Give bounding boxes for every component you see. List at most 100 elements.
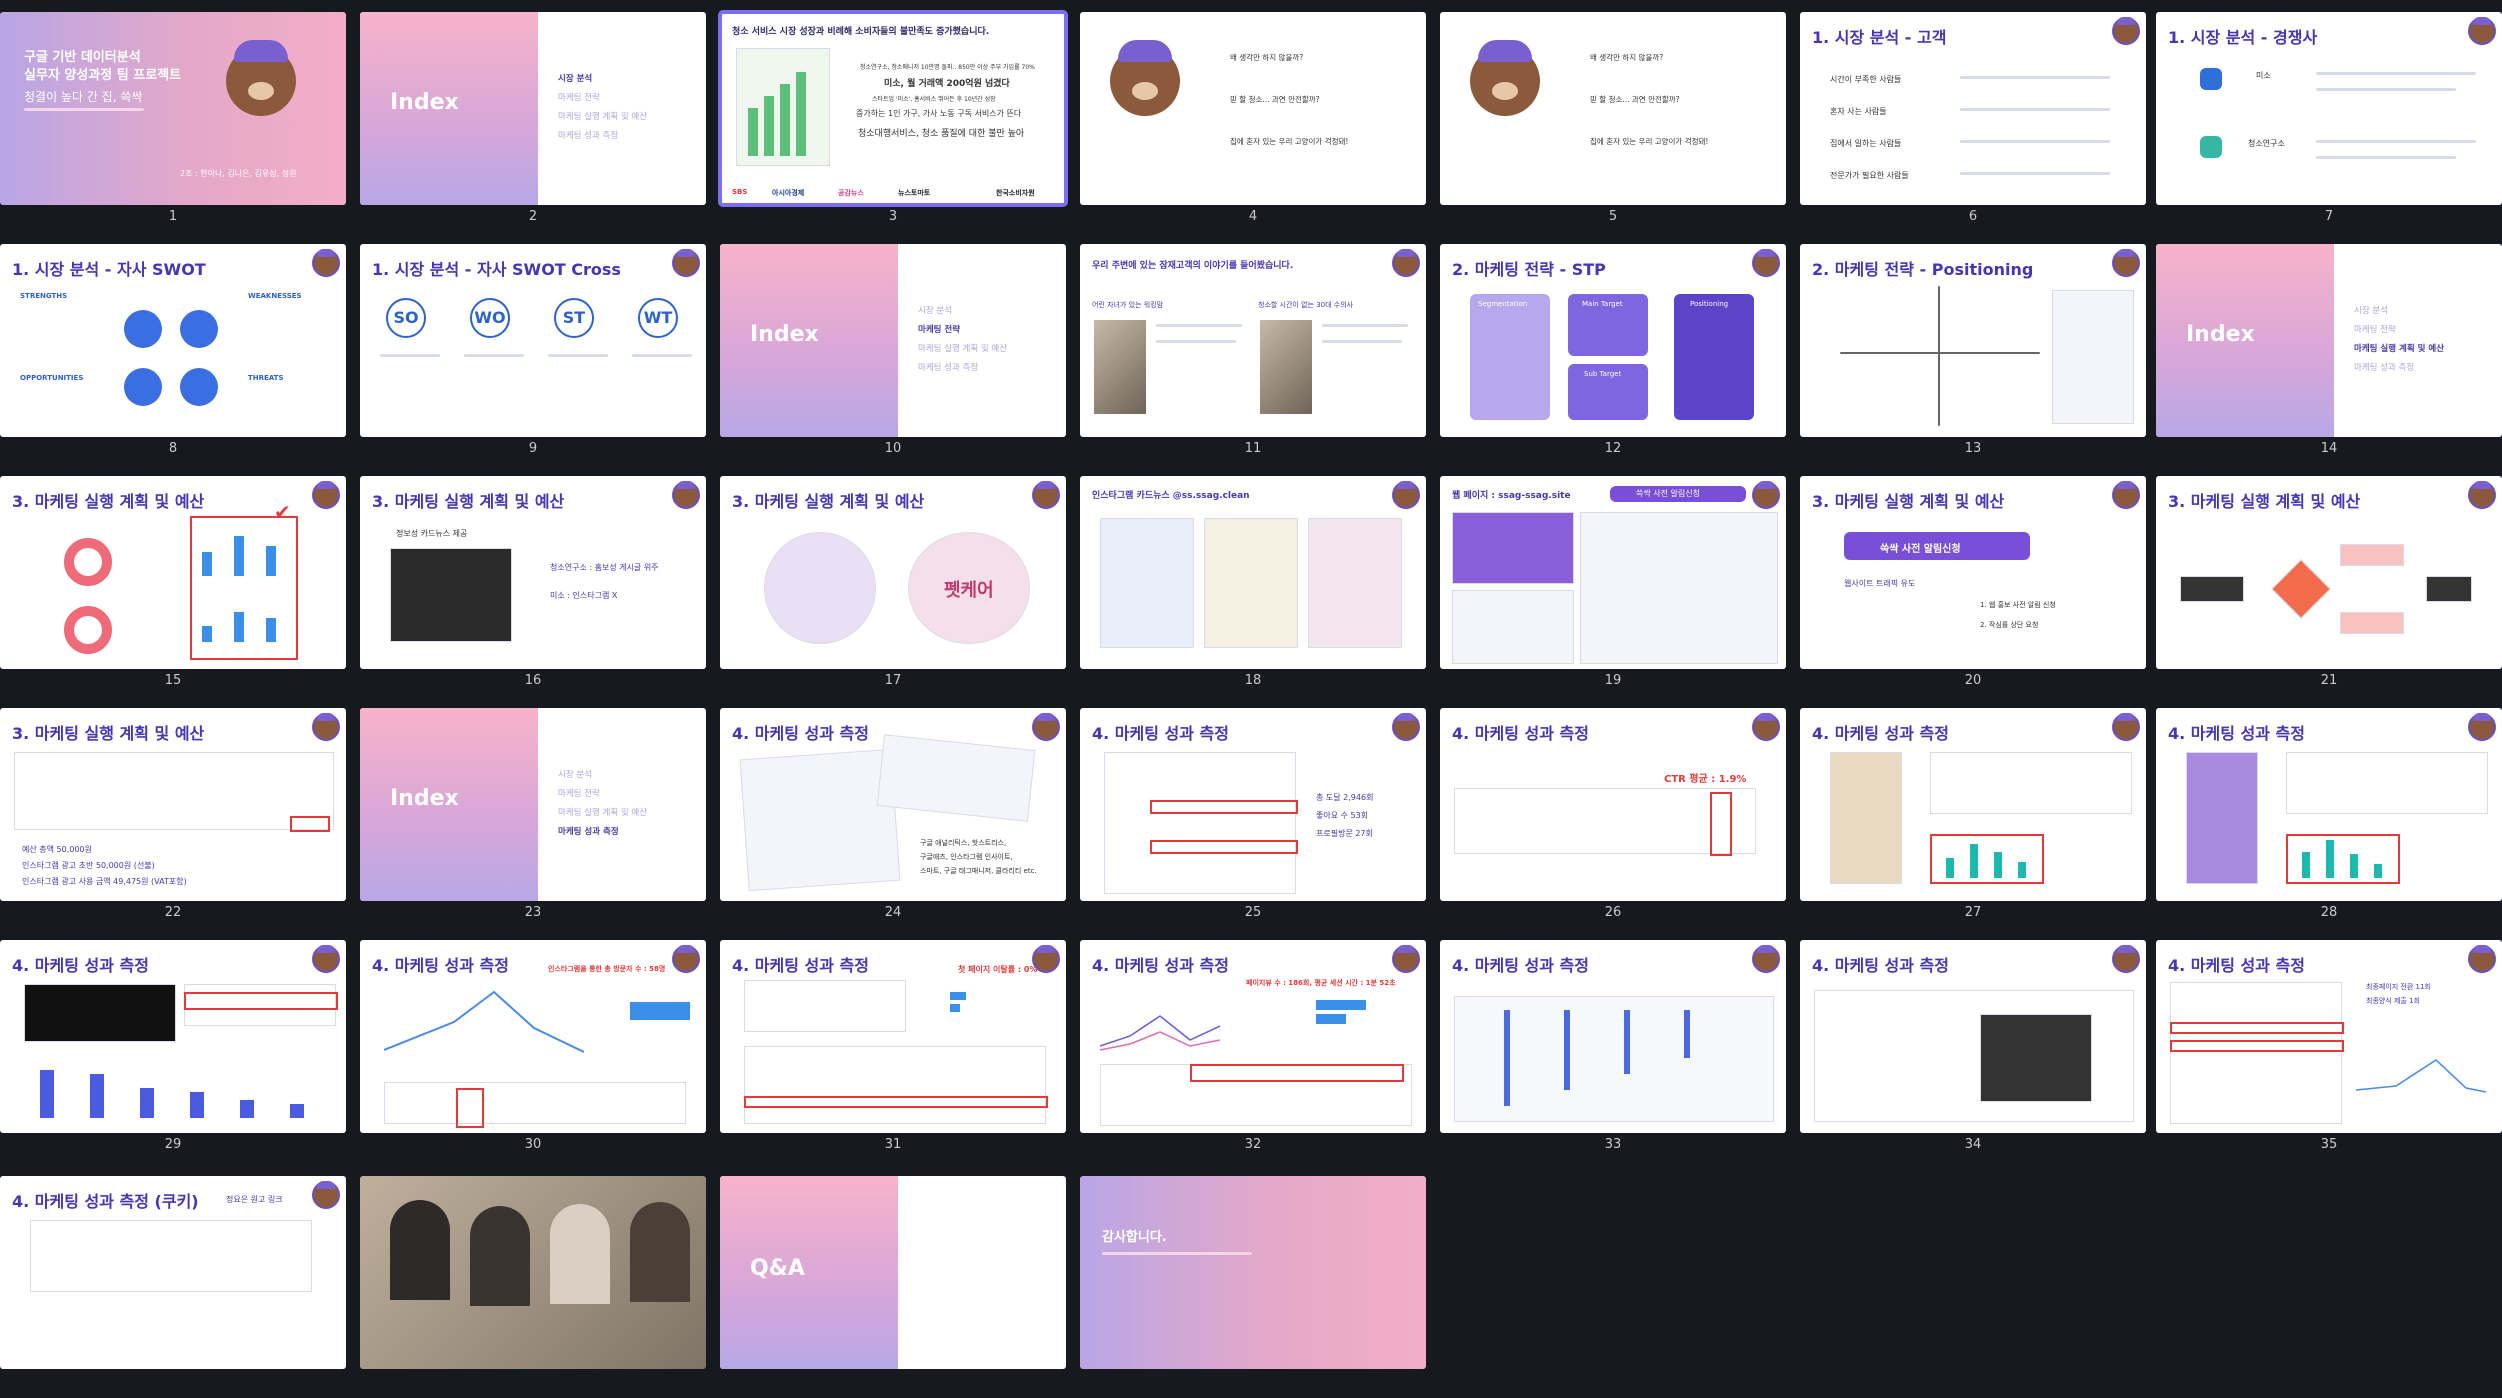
slide-thumb-5[interactable]: 왜 생각만 하지 않을까? 믿 할 청소... 과연 안전할까? 집에 혼자 있… [1440, 12, 1786, 234]
slide-thumb-13[interactable]: 2. 마케팅 전략 - Positioning 13 [1800, 244, 2146, 466]
slide-thumb-25[interactable]: 4. 마케팅 성과 측정 총 도달 2,946회 좋아요 수 53회 프로필방문… [1080, 708, 1426, 930]
events-table [2170, 982, 2342, 1124]
slide-thumb-34[interactable]: 4. 마케팅 성과 측정 34 [1800, 940, 2146, 1162]
slide-number: 34 [1964, 1137, 1982, 1152]
slide-thumb-3[interactable]: 청소 서비스 시장 성장과 비례해 소비자들의 불만족도 증가했습니다. 청소연… [718, 10, 1068, 234]
slide-16[interactable]: 3. 마케팅 실행 계획 및 예산 정보성 카드뉴스 제공 청소연구소 : 홈보… [360, 476, 706, 669]
slide-9[interactable]: 1. 시장 분석 - 자사 SWOT Cross SO WO ST WT [360, 244, 706, 437]
slide-6[interactable]: 1. 시장 분석 - 고객 시간이 부족한 사람들 혼자 사는 사람들 집에서 … [1800, 12, 2146, 205]
slide-28[interactable]: 4. 마케팅 성과 측정 [2156, 708, 2502, 901]
slide-1[interactable]: 구글 기반 데이터분석 실무자 양성과정 팀 프로젝트 청결이 높다 간 집, … [0, 12, 346, 205]
slide-title: 4. 마케팅 성과 측정 [372, 956, 509, 975]
visitor-note: 인스타그램을 통한 총 방문자 수 : 58명 [548, 965, 666, 973]
slide-25[interactable]: 4. 마케팅 성과 측정 총 도달 2,946회 좋아요 수 53회 프로필방문… [1080, 708, 1426, 901]
slide-thumb-38[interactable]: Q&A [720, 1176, 1066, 1398]
slide-thumb-11[interactable]: 우리 주변에 있는 잠재고객의 이야기를 들어봤습니다. 어린 자녀가 있는 워… [1080, 244, 1426, 466]
slide-thumb-16[interactable]: 3. 마케팅 실행 계획 및 예산 정보성 카드뉴스 제공 청소연구소 : 홈보… [360, 476, 706, 698]
index-title: Index [750, 322, 819, 347]
slide-thumb-8[interactable]: 1. 시장 분석 - 자사 SWOT STRENGTHS WEAKNESSES … [0, 244, 346, 466]
chart-bar [780, 84, 790, 156]
slide-thumb-7[interactable]: 1. 시장 분석 - 경쟁사 미소 청소연구소 7 [2156, 12, 2502, 234]
slide-thumb-29[interactable]: 4. 마케팅 성과 측정 29 [0, 940, 346, 1162]
slide-thumb-24[interactable]: 4. 마케팅 성과 측정 구글 애널리틱스, 핫스트리스, 구글애즈, 인스타그… [720, 708, 1066, 930]
tool-line: 구글애즈, 인스타그램 인사이트, [920, 853, 1013, 861]
slide-38[interactable]: Q&A [720, 1176, 1066, 1369]
bear-mascot-icon [1032, 713, 1060, 741]
cookie-note: 정요은 원고 링크 [226, 1195, 283, 1204]
chart-bar [748, 108, 758, 156]
slide-thumb-2[interactable]: Index 시장 분석 마케팅 전략 마케팅 실행 계획 및 예산 마케팅 성과… [360, 12, 706, 234]
index-item: 마케팅 성과 측정 [2354, 363, 2415, 373]
slide-13[interactable]: 2. 마케팅 전략 - Positioning [1800, 244, 2146, 437]
slide-3[interactable]: 청소 서비스 시장 성장과 비례해 소비자들의 불만족도 증가했습니다. 청소연… [718, 10, 1068, 207]
slide-thumb-27[interactable]: 4. 마케팅 성과 측정 27 [1800, 708, 2146, 930]
slide-17[interactable]: 3. 마케팅 실행 계획 및 예산 펫케어 [720, 476, 1066, 669]
slide-34[interactable]: 4. 마케팅 성과 측정 [1800, 940, 2146, 1133]
slide-21[interactable]: 3. 마케팅 실행 계획 및 예산 [2156, 476, 2502, 669]
slide-19[interactable]: 웹 페이지 : ssag-ssag.site 쓱싹 사전 알림신청 [1440, 476, 1786, 669]
slide-thumb-10[interactable]: Index 시장 분석 마케팅 전략 마케팅 실행 계획 및 예산 마케팅 성과… [720, 244, 1066, 466]
slide-thumb-23[interactable]: Index 시장 분석 마케팅 전략 마케팅 실행 계획 및 예산 마케팅 성과… [360, 708, 706, 930]
slide-thumb-14[interactable]: Index 시장 분석 마케팅 전략 마케팅 실행 계획 및 예산 마케팅 성과… [2156, 244, 2502, 466]
slide-thumb-9[interactable]: 1. 시장 분석 - 자사 SWOT Cross SO WO ST WT 9 [360, 244, 706, 466]
swot-label: WEAKNESSES [248, 292, 302, 300]
slide-thumb-17[interactable]: 3. 마케팅 실행 계획 및 예산 펫케어 17 [720, 476, 1066, 698]
slide-thumb-21[interactable]: 3. 마케팅 실행 계획 및 예산 21 [2156, 476, 2502, 698]
question-text: 왜 생각만 하지 않을까? [1590, 53, 1664, 62]
slide-31[interactable]: 4. 마케팅 성과 측정 첫 페이지 이탈률 : 0% [720, 940, 1066, 1133]
slide-4[interactable]: 왜 생각만 하지 않을까? 믿 할 청소... 과연 안전할까? 집에 혼자 있… [1080, 12, 1426, 205]
slide-thumb-32[interactable]: 4. 마케팅 성과 측정 페이지뷰 수 : 186회, 평균 세션 시간 : 1… [1080, 940, 1426, 1162]
slide-37[interactable] [360, 1176, 706, 1369]
budget-line: 예산 총액 50,000원 [22, 845, 92, 854]
index-item: 마케팅 전략 [918, 325, 961, 335]
index-item: 시장 분석 [558, 770, 592, 780]
slide-5[interactable]: 왜 생각만 하지 않을까? 믿 할 청소... 과연 안전할까? 집에 혼자 있… [1440, 12, 1786, 205]
slide-12[interactable]: 2. 마케팅 전략 - STP Segmentation Main Target… [1440, 244, 1786, 437]
slide-14[interactable]: Index 시장 분석 마케팅 전략 마케팅 실행 계획 및 예산 마케팅 성과… [2156, 244, 2502, 437]
slide-27[interactable]: 4. 마케팅 성과 측정 [1800, 708, 2146, 901]
slide-thumb-35[interactable]: 4. 마케팅 성과 측정 최종페이지 전환 11회 최종양식 제출 1회 35 [2156, 940, 2502, 1162]
slide-20[interactable]: 3. 마케팅 실행 계획 및 예산 쓱싹 사전 알림신청 웹사이트 트래픽 유도… [1800, 476, 2146, 669]
slide-39[interactable]: 감사합니다. [1080, 1176, 1426, 1369]
slide-thumb-4[interactable]: 왜 생각만 하지 않을까? 믿 할 청소... 과연 안전할까? 집에 혼자 있… [1080, 12, 1426, 234]
question-text: 집에 혼자 있는 우리 고양이가 걱정돼! [1230, 137, 1349, 146]
slide-thumb-30[interactable]: 4. 마케팅 성과 측정 인스타그램을 통한 총 방문자 수 : 58명 30 [360, 940, 706, 1162]
slide-thumb-18[interactable]: 인스타그램 카드뉴스 @ss.ssag.clean 18 [1080, 476, 1426, 698]
bear-mascot-icon [312, 1181, 340, 1209]
slide-thumb-28[interactable]: 4. 마케팅 성과 측정 28 [2156, 708, 2502, 930]
slide-number: 13 [1964, 441, 1982, 456]
slide-thumb-39[interactable]: 감사합니다. [1080, 1176, 1426, 1398]
slide-10[interactable]: Index 시장 분석 마케팅 전략 마케팅 실행 계획 및 예산 마케팅 성과… [720, 244, 1066, 437]
slide-23[interactable]: Index 시장 분석 마케팅 전략 마케팅 실행 계획 및 예산 마케팅 성과… [360, 708, 706, 901]
news-line: 스타트업 '미소', 홈서비스 뛰어든 후 10년간 성장 [872, 96, 996, 103]
slide-thumb-22[interactable]: 3. 마케팅 실행 계획 및 예산 예산 총액 50,000원 인스타그램 광고… [0, 708, 346, 930]
slide-thumb-15[interactable]: 3. 마케팅 실행 계획 및 예산 ✔ 15 [0, 476, 346, 698]
slide-18[interactable]: 인스타그램 카드뉴스 @ss.ssag.clean [1080, 476, 1426, 669]
slide-35[interactable]: 4. 마케팅 성과 측정 최종페이지 전환 11회 최종양식 제출 1회 [2156, 940, 2502, 1133]
slide-thumb-12[interactable]: 2. 마케팅 전략 - STP Segmentation Main Target… [1440, 244, 1786, 466]
slide-32[interactable]: 4. 마케팅 성과 측정 페이지뷰 수 : 186회, 평균 세션 시간 : 1… [1080, 940, 1426, 1133]
slide-36[interactable]: 4. 마케팅 성과 측정 (쿠키) 정요은 원고 링크 [0, 1176, 346, 1369]
slide-11[interactable]: 우리 주변에 있는 잠재고객의 이야기를 들어봤습니다. 어린 자녀가 있는 워… [1080, 244, 1426, 437]
slide-thumb-36[interactable]: 4. 마케팅 성과 측정 (쿠키) 정요은 원고 링크 [0, 1176, 346, 1398]
slide-33[interactable]: 4. 마케팅 성과 측정 [1440, 940, 1786, 1133]
slide-thumb-19[interactable]: 웹 페이지 : ssag-ssag.site 쓱싹 사전 알림신청 19 [1440, 476, 1786, 698]
slide-30[interactable]: 4. 마케팅 성과 측정 인스타그램을 통한 총 방문자 수 : 58명 [360, 940, 706, 1133]
slide-thumb-1[interactable]: 구글 기반 데이터분석 실무자 양성과정 팀 프로젝트 청결이 높다 간 집, … [0, 12, 346, 234]
slide-7[interactable]: 1. 시장 분석 - 경쟁사 미소 청소연구소 [2156, 12, 2502, 205]
slide-8[interactable]: 1. 시장 분석 - 자사 SWOT STRENGTHS WEAKNESSES … [0, 244, 346, 437]
slide-24[interactable]: 4. 마케팅 성과 측정 구글 애널리틱스, 핫스트리스, 구글애즈, 인스타그… [720, 708, 1066, 901]
slide-thumb-37[interactable] [360, 1176, 706, 1398]
slide-thumb-31[interactable]: 4. 마케팅 성과 측정 첫 페이지 이탈률 : 0% 31 [720, 940, 1066, 1162]
slide-15[interactable]: 3. 마케팅 실행 계획 및 예산 ✔ [0, 476, 346, 669]
slide-thumb-6[interactable]: 1. 시장 분석 - 고객 시간이 부족한 사람들 혼자 사는 사람들 집에서 … [1800, 12, 2146, 234]
slide-2[interactable]: Index 시장 분석 마케팅 전략 마케팅 실행 계획 및 예산 마케팅 성과… [360, 12, 706, 205]
slide-29[interactable]: 4. 마케팅 성과 측정 [0, 940, 346, 1133]
slide-thumb-33[interactable]: 4. 마케팅 성과 측정 33 [1440, 940, 1786, 1162]
slide-thumb-26[interactable]: 4. 마케팅 성과 측정 CTR 평균 : 1.9% 26 [1440, 708, 1786, 930]
text-line: 웹사이트 트래픽 유도 [1844, 579, 1916, 588]
swot-cross-label: WT [638, 298, 678, 338]
slide-26[interactable]: 4. 마케팅 성과 측정 CTR 평균 : 1.9% [1440, 708, 1786, 901]
slide-22[interactable]: 3. 마케팅 실행 계획 및 예산 예산 총액 50,000원 인스타그램 광고… [0, 708, 346, 901]
slide-thumb-20[interactable]: 3. 마케팅 실행 계획 및 예산 쓱싹 사전 알림신청 웹사이트 트래픽 유도… [1800, 476, 2146, 698]
